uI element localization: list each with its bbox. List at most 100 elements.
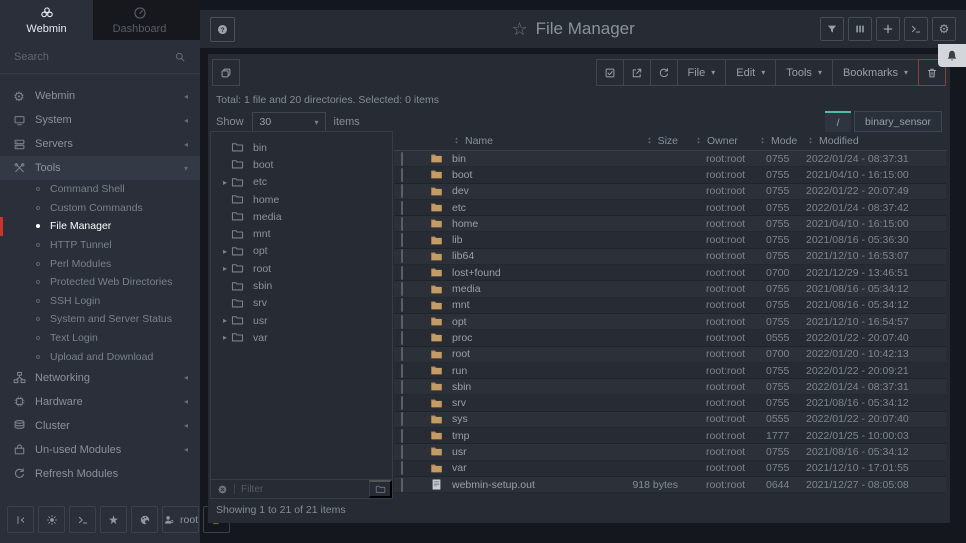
sidebar-item-hardware[interactable]: Hardware◂ bbox=[0, 390, 200, 414]
tree-item-boot[interactable]: boot bbox=[211, 156, 392, 173]
sidebar-item-webmin[interactable]: ⚙Webmin◂ bbox=[0, 84, 200, 108]
row-checkbox[interactable] bbox=[401, 184, 403, 198]
export-button[interactable] bbox=[623, 59, 651, 86]
column-header-size[interactable]: Size bbox=[560, 135, 680, 147]
file-name[interactable]: boot bbox=[452, 169, 560, 181]
collapse-sidebar-button[interactable] bbox=[7, 506, 34, 533]
sidebar-item-servers[interactable]: Servers◂ bbox=[0, 132, 200, 156]
table-row[interactable]: libroot:root07552021/08/16 - 05:36:30 bbox=[394, 232, 946, 248]
table-row[interactable]: varroot:root07552021/12/10 - 17:01:55 bbox=[394, 461, 946, 477]
row-checkbox[interactable] bbox=[401, 364, 403, 378]
select-all-button[interactable] bbox=[596, 59, 624, 86]
breadcrumb-root[interactable]: / bbox=[825, 111, 851, 132]
table-row[interactable]: runroot:root07552022/01/22 - 20:09:21 bbox=[394, 363, 946, 379]
filter-button[interactable] bbox=[820, 17, 844, 41]
clear-filter-icon[interactable] bbox=[217, 484, 228, 495]
file-name[interactable]: lib64 bbox=[452, 250, 560, 262]
sidebar-item-tools[interactable]: Tools▾ bbox=[0, 156, 200, 180]
help-button[interactable]: ? bbox=[210, 17, 235, 42]
expand-icon[interactable]: ▸ bbox=[219, 264, 231, 273]
table-row[interactable]: sysroot:root05552022/01/22 - 20:07:40 bbox=[394, 412, 946, 428]
sidebar-subitem-http-tunnel[interactable]: HTTP Tunnel bbox=[0, 236, 200, 255]
row-checkbox[interactable] bbox=[401, 380, 403, 394]
row-checkbox[interactable] bbox=[401, 217, 403, 231]
file-name[interactable]: var bbox=[452, 462, 560, 474]
tree-item-var[interactable]: ▸var bbox=[211, 329, 392, 346]
sidebar-subitem-custom-commands[interactable]: Custom Commands bbox=[0, 199, 200, 218]
row-checkbox[interactable] bbox=[401, 233, 403, 247]
sidebar-subitem-ssh-login[interactable]: SSH Login bbox=[0, 292, 200, 311]
table-row[interactable]: sbinroot:root07552022/01/24 - 08:37:31 bbox=[394, 379, 946, 395]
sidebar-item-networking[interactable]: Networking◂ bbox=[0, 366, 200, 390]
row-checkbox[interactable] bbox=[401, 429, 403, 443]
menu-bookmarks-button[interactable]: Bookmarks▾ bbox=[832, 59, 919, 86]
file-name[interactable]: usr bbox=[452, 446, 560, 458]
file-name[interactable]: home bbox=[452, 218, 560, 230]
file-name[interactable]: dev bbox=[452, 185, 560, 197]
file-name[interactable]: run bbox=[452, 365, 560, 377]
table-row[interactable]: rootroot:root07002022/01/20 - 10:42:13 bbox=[394, 347, 946, 363]
table-row[interactable]: tmproot:root17772022/01/25 - 10:00:03 bbox=[394, 428, 946, 444]
table-row[interactable]: mediaroot:root07552021/08/16 - 05:34:12 bbox=[394, 281, 946, 297]
column-header-mode[interactable]: Mode bbox=[758, 135, 806, 147]
table-row[interactable]: srvroot:root07552021/08/16 - 05:34:12 bbox=[394, 395, 946, 411]
tree-item-root[interactable]: ▸root bbox=[211, 260, 392, 277]
choose-directory-button[interactable] bbox=[369, 480, 392, 498]
table-row[interactable]: lost+foundroot:root07002021/12/29 - 13:4… bbox=[394, 265, 946, 281]
expand-icon[interactable]: ▸ bbox=[219, 178, 231, 187]
row-checkbox[interactable] bbox=[401, 298, 403, 312]
expand-icon[interactable]: ▸ bbox=[219, 247, 231, 256]
file-name[interactable]: mnt bbox=[452, 299, 560, 311]
sidebar-subitem-text-login[interactable]: Text Login bbox=[0, 329, 200, 348]
file-name[interactable]: sys bbox=[452, 413, 560, 425]
sidebar-subitem-system-and-server-status[interactable]: System and Server Status bbox=[0, 310, 200, 329]
tree-item-sbin[interactable]: sbin bbox=[211, 277, 392, 294]
table-row[interactable]: mntroot:root07552021/08/16 - 05:34:12 bbox=[394, 298, 946, 314]
file-name[interactable]: webmin-setup.out bbox=[452, 479, 560, 491]
row-checkbox[interactable] bbox=[401, 445, 403, 459]
table-row[interactable]: etcroot:root07552022/01/24 - 08:37:42 bbox=[394, 200, 946, 216]
sidebar-item-cluster[interactable]: Cluster◂ bbox=[0, 414, 200, 438]
column-header-owner[interactable]: Owner bbox=[694, 135, 758, 147]
settings-button[interactable]: ⚙ bbox=[932, 17, 956, 41]
add-button[interactable] bbox=[876, 17, 900, 41]
file-name[interactable]: etc bbox=[452, 202, 560, 214]
tree-item-home[interactable]: home bbox=[211, 191, 392, 208]
expand-icon[interactable]: ▸ bbox=[219, 316, 231, 325]
terminal-button[interactable] bbox=[69, 506, 96, 533]
filter-input[interactable] bbox=[241, 484, 369, 495]
row-checkbox[interactable] bbox=[401, 478, 403, 492]
table-row[interactable]: procroot:root05552022/01/22 - 20:07:40 bbox=[394, 330, 946, 346]
sidebar-subitem-command-shell[interactable]: Command Shell bbox=[0, 180, 200, 199]
row-checkbox[interactable] bbox=[401, 201, 403, 215]
tab-dashboard[interactable]: Dashboard bbox=[93, 0, 186, 40]
file-name[interactable]: bin bbox=[452, 153, 560, 165]
theme-palette-button[interactable] bbox=[131, 506, 158, 533]
tree-item-etc[interactable]: ▸etc bbox=[211, 174, 392, 191]
terminal-button[interactable] bbox=[904, 17, 928, 41]
row-checkbox[interactable] bbox=[401, 152, 403, 166]
favorites-button[interactable]: ★ bbox=[100, 506, 127, 533]
tree-item-opt[interactable]: ▸opt bbox=[211, 243, 392, 260]
sidebar-subitem-perl-modules[interactable]: Perl Modules bbox=[0, 254, 200, 273]
table-row[interactable]: homeroot:root07552021/04/10 - 16:15:00 bbox=[394, 216, 946, 232]
user-menu-button[interactable]: root bbox=[162, 506, 199, 533]
table-row[interactable]: usrroot:root07552021/08/16 - 05:34:12 bbox=[394, 444, 946, 460]
sidebar-subitem-file-manager[interactable]: File Manager bbox=[0, 217, 200, 236]
row-checkbox[interactable] bbox=[401, 249, 403, 263]
page-size-select[interactable]: 30 ▾ bbox=[252, 112, 326, 132]
file-name[interactable]: root bbox=[452, 348, 560, 360]
column-header-modified[interactable]: Modified bbox=[806, 135, 946, 147]
select-view-button[interactable] bbox=[212, 59, 240, 86]
file-name[interactable]: sbin bbox=[452, 381, 560, 393]
row-checkbox[interactable] bbox=[401, 266, 403, 280]
columns-button[interactable] bbox=[848, 17, 872, 41]
column-header-name[interactable]: Name bbox=[452, 135, 560, 147]
sidebar-subitem-protected-web-directories[interactable]: Protected Web Directories bbox=[0, 273, 200, 292]
row-checkbox[interactable] bbox=[401, 315, 403, 329]
row-checkbox[interactable] bbox=[401, 347, 403, 361]
tree-item-mnt[interactable]: mnt bbox=[211, 225, 392, 242]
menu-tools-button[interactable]: Tools▾ bbox=[775, 59, 833, 86]
table-row[interactable]: webmin-setup.out918 bytesroot:root064420… bbox=[394, 477, 946, 493]
file-name[interactable]: tmp bbox=[452, 430, 560, 442]
